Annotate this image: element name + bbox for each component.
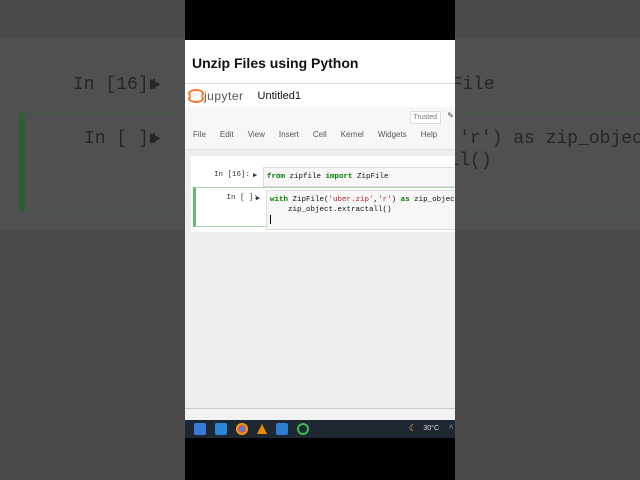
- video-player: In [16]: ▶ from zipfile import ZipFile I…: [0, 0, 640, 480]
- run-icon[interactable]: ▶: [253, 171, 257, 180]
- menu-bar: File Edit View Insert Cell Kernel Widget…: [193, 130, 451, 139]
- notebook-area: In [16]: ▶ from zipfile import ZipFile I…: [185, 150, 455, 408]
- menu-cell[interactable]: Cell: [313, 130, 327, 139]
- bg-run-icon: ▶: [150, 129, 161, 149]
- cell-prompt: In [16]:: [213, 171, 250, 179]
- mail-icon[interactable]: [215, 423, 227, 435]
- menu-widgets[interactable]: Widgets: [378, 130, 407, 139]
- run-icon[interactable]: ▶: [256, 194, 260, 203]
- video-frame: Unzip Files using Python jupyter Untitle…: [185, 0, 455, 480]
- pencil-icon[interactable]: ✎: [447, 111, 454, 120]
- menu-insert[interactable]: Insert: [279, 130, 299, 139]
- jupyter-header: jupyter Untitled1: [185, 83, 455, 107]
- trusted-badge[interactable]: Trusted: [409, 111, 441, 124]
- code-cell[interactable]: In [16]: ▶ from zipfile import ZipFile: [185, 167, 455, 187]
- code-input[interactable]: from zipfile import ZipFile: [263, 167, 455, 187]
- menu-help[interactable]: Help: [421, 130, 437, 139]
- cell-prompt: In [ ]:: [226, 194, 258, 202]
- jupyter-logo-icon: [188, 88, 204, 103]
- taskbar: ☾ 30°C ^: [185, 420, 455, 438]
- chevron-up-icon[interactable]: ^: [449, 423, 453, 432]
- temperature[interactable]: 30°C: [423, 425, 439, 432]
- notebook-name[interactable]: Untitled1: [258, 90, 301, 102]
- menu-kernel[interactable]: Kernel: [341, 130, 364, 139]
- menu-view[interactable]: View: [248, 130, 265, 139]
- menu-file[interactable]: File: [193, 130, 206, 139]
- circle-app-icon[interactable]: [297, 423, 309, 435]
- photos-icon[interactable]: [276, 423, 288, 435]
- bg-prompt: In [16]:: [73, 75, 160, 95]
- video-title: Unzip Files using Python: [185, 40, 455, 83]
- code-cell-selected[interactable]: In [ ]: ▶ with ZipFile('uber.zip','r') a…: [193, 187, 455, 231]
- bg-run-icon: ▶: [150, 75, 161, 95]
- code-input[interactable]: with ZipFile('uber.zip','r') as zip_obje…: [266, 190, 455, 231]
- jupyter-logo-text[interactable]: jupyter: [204, 89, 244, 103]
- vlc-icon[interactable]: [257, 424, 267, 434]
- bg-prompt: In [ ]:: [84, 129, 160, 149]
- weather-icon[interactable]: ☾: [409, 423, 417, 434]
- jupyter-toolbar: Trusted ✎ File Edit View Insert Cell Ker…: [185, 107, 455, 150]
- horizontal-scrollbar[interactable]: [185, 408, 455, 420]
- menu-edit[interactable]: Edit: [220, 130, 234, 139]
- store-icon[interactable]: [194, 423, 206, 435]
- chrome-icon[interactable]: [236, 423, 248, 435]
